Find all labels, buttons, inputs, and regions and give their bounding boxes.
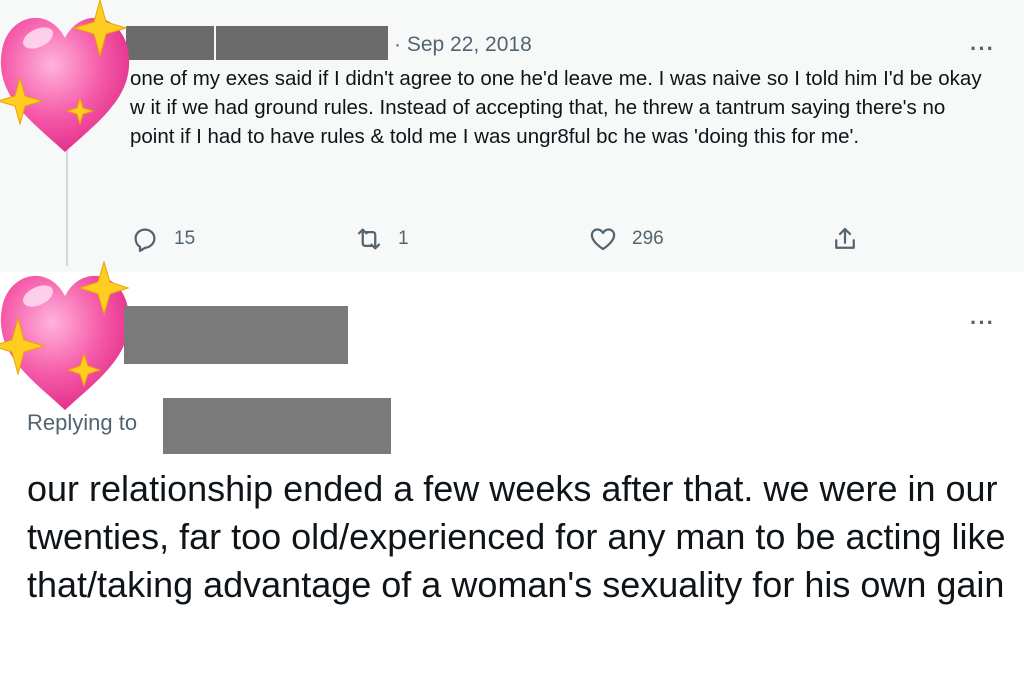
reply-count: 15: [174, 228, 196, 249]
redacted-reply-author: [124, 306, 348, 364]
thread-line: [66, 138, 68, 266]
heart-icon: [590, 228, 616, 251]
sparkling-heart-icon: [0, 0, 130, 152]
like-count: 296: [632, 228, 664, 249]
retweet-button[interactable]: 1: [354, 222, 409, 256]
like-button[interactable]: 296: [588, 222, 664, 256]
sparkling-heart-icon: [0, 260, 130, 410]
more-options-icon[interactable]: ···: [970, 312, 995, 334]
retweet-icon: [357, 228, 381, 250]
reply-button[interactable]: 15: [130, 222, 195, 256]
redacted-replying-to-handle[interactable]: [163, 398, 391, 454]
share-icon: [835, 227, 855, 249]
redacted-username: [216, 26, 388, 60]
tweet-text: one of my exes said if I didn't agree to…: [130, 67, 982, 148]
more-options-icon[interactable]: ···: [970, 38, 995, 60]
reply-text: our relationship ended a few weeks after…: [27, 468, 1006, 605]
tweet-date[interactable]: · Sep 22, 2018: [394, 33, 532, 57]
replying-to-label: Replying to: [27, 410, 138, 435]
retweet-count: 1: [398, 228, 409, 249]
reply-icon: [134, 228, 156, 252]
share-button[interactable]: [830, 222, 860, 256]
redacted-display-name: [126, 26, 214, 60]
